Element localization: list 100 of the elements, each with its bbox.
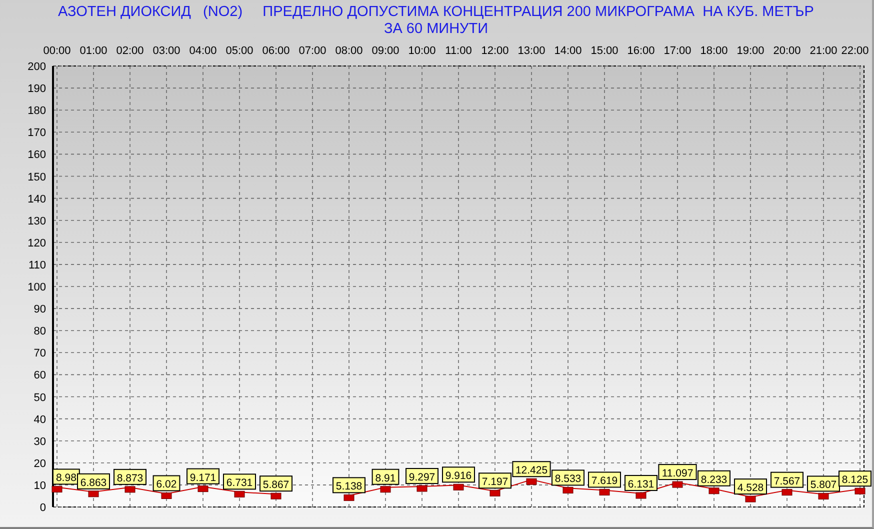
data-marker (380, 486, 391, 493)
data-marker (818, 492, 829, 500)
data-marker (161, 492, 172, 499)
data-marker (562, 486, 574, 494)
data-label: 5.138 (336, 480, 362, 493)
data-marker (745, 496, 756, 502)
data-label: 4.528 (737, 482, 764, 494)
data-label: 5.807 (807, 476, 840, 492)
y-axis-label: 80 (34, 326, 46, 338)
x-axis-label: 06:00 (262, 45, 290, 57)
data-label: 5.867 (260, 476, 292, 492)
data-label: 6.731 (223, 474, 256, 490)
x-axis-label: 17:00 (664, 45, 692, 57)
data-marker (124, 486, 136, 493)
data-label: 7.619 (591, 475, 618, 488)
x-axis-label: 16:00 (627, 45, 655, 57)
x-axis-label: 04:00 (189, 45, 217, 57)
data-label: 6.863 (80, 476, 107, 489)
data-label: 5.867 (262, 479, 290, 492)
y-axis-label: 70 (34, 348, 46, 360)
data-label: 8.873 (116, 472, 144, 484)
data-label: 6.02 (152, 475, 180, 492)
data-label: 8.233 (698, 470, 730, 486)
x-axis-label: 13:00 (518, 45, 546, 57)
data-label: 8.873 (114, 468, 146, 485)
data-label: 6.131 (628, 478, 654, 490)
data-marker (234, 490, 245, 498)
data-marker (490, 490, 500, 496)
data-label: 6.731 (226, 477, 253, 490)
data-label: 5.138 (332, 477, 366, 494)
data-label: 11.097 (658, 464, 697, 480)
data-marker (52, 486, 62, 492)
x-axis-label: 09:00 (372, 45, 400, 57)
data-marker (344, 494, 354, 501)
data-label: 9.916 (442, 466, 475, 483)
y-axis-label: 10 (34, 480, 46, 492)
x-axis-label: 21:00 (810, 45, 838, 57)
data-marker (854, 488, 866, 494)
data-marker (88, 490, 99, 498)
x-axis-label: 19:00 (736, 45, 764, 57)
y-axis-label: 180 (28, 105, 46, 118)
x-axis-label: 05:00 (226, 45, 254, 57)
y-axis-label: 60 (34, 370, 46, 382)
data-marker (270, 492, 282, 500)
data-marker (708, 488, 720, 494)
y-axis-label: 30 (34, 436, 46, 448)
x-axis-label: 15:00 (590, 45, 618, 57)
x-axis-label: 22:00 (841, 45, 869, 57)
y-axis-label: 160 (28, 149, 46, 162)
data-label: 7.567 (774, 475, 800, 488)
data-label: 8.91 (375, 472, 396, 484)
x-axis-label: 11:00 (445, 45, 472, 57)
data-label: 6.131 (624, 474, 658, 491)
x-axis-label: 18:00 (700, 45, 728, 57)
y-axis-label: 90 (34, 304, 46, 316)
x-axis-label: 03:00 (152, 45, 180, 57)
x-axis-label: 10:00 (408, 45, 436, 57)
y-axis-label: 20 (34, 458, 46, 470)
y-axis-label: 0 (40, 502, 46, 514)
x-axis-label: 00:00 (43, 45, 71, 57)
chart-title: АЗОТЕН ДИОКСИД (NO2) ПРЕДЕЛНО ДОПУСТИМА КОНЦЕНТРАЦИЯ 200 МИКРОГРАМА НА КУБ. МЕТЪР (58, 4, 814, 21)
data-label: 9.171 (186, 468, 220, 484)
x-axis-label: 14:00 (554, 45, 582, 57)
y-axis-label: 100 (28, 282, 46, 294)
data-label: 4.528 (734, 478, 767, 495)
x-axis-label: 07:00 (298, 45, 326, 57)
data-label: 7.619 (588, 472, 621, 488)
y-axis-label: 120 (28, 237, 46, 250)
data-label: 8.125 (842, 474, 868, 486)
data-marker (526, 478, 537, 485)
y-axis-label: 140 (28, 193, 46, 206)
data-label: 8.125 (838, 470, 872, 487)
data-label: 9.916 (445, 470, 472, 482)
chart-title: ЗА 60 МИНУТИ (384, 21, 488, 38)
y-axis-label: 190 (28, 83, 46, 96)
data-marker (416, 485, 428, 492)
data-label: 12.425 (515, 464, 548, 477)
x-axis-label: 12:00 (481, 45, 509, 57)
data-label: 12.425 (512, 461, 551, 478)
data-label: 9.297 (408, 472, 436, 484)
x-axis-label: 02:00 (116, 45, 144, 57)
data-marker (198, 486, 208, 492)
data-label: 7.197 (478, 472, 512, 489)
data-label: 5.807 (810, 479, 837, 492)
data-label: 8.91 (372, 468, 400, 485)
data-marker (636, 492, 646, 499)
data-label: 7.567 (770, 472, 804, 488)
data-label: 8.533 (554, 473, 582, 486)
data-label: 8.98 (56, 472, 77, 484)
data-label: 9.171 (190, 472, 216, 484)
y-axis-label: 110 (28, 259, 46, 272)
x-axis-label: 01:00 (80, 45, 108, 57)
data-label: 7.197 (482, 476, 508, 488)
data-label: 6.863 (77, 473, 110, 490)
data-marker (782, 489, 792, 496)
y-axis-label: 50 (34, 392, 46, 404)
x-axis-label: 20:00 (773, 45, 801, 57)
data-label: 8.533 (552, 470, 584, 486)
data-label: 11.097 (662, 468, 694, 480)
y-axis-label: 150 (28, 171, 46, 184)
